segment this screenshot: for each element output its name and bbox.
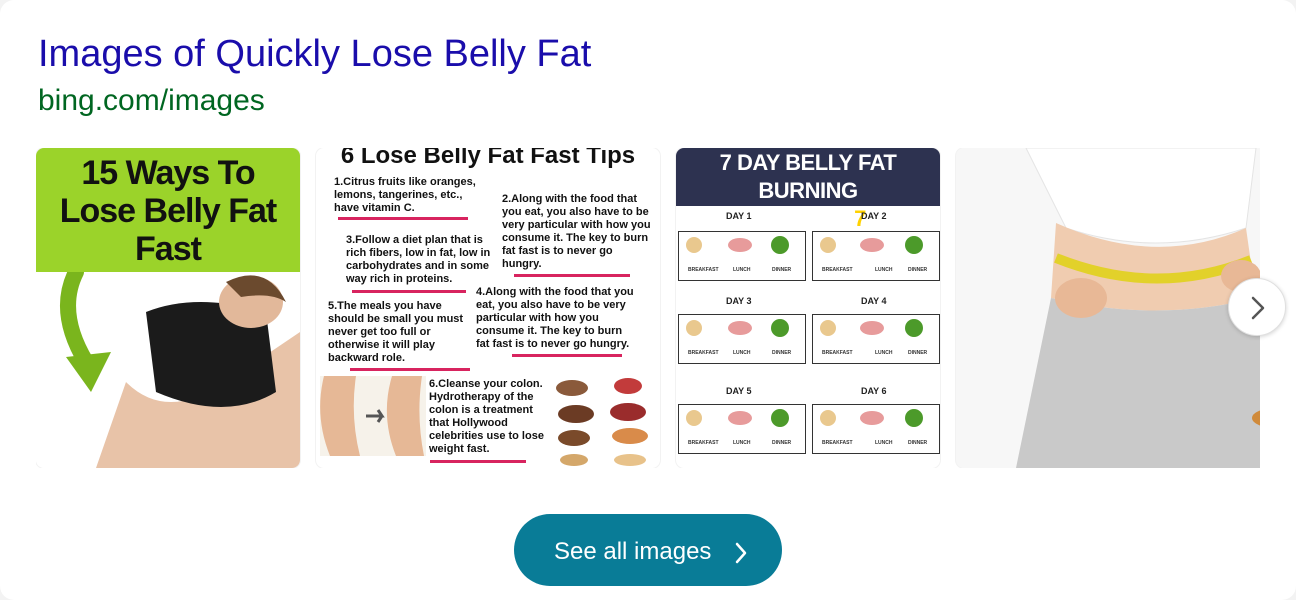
meal-label: BREAKFAST — [688, 440, 719, 446]
belly-illustration — [320, 376, 426, 456]
meal-label: BREAKFAST — [822, 267, 853, 273]
divider — [430, 460, 526, 463]
waist-measure-photo — [956, 148, 1260, 468]
tip-text: 3.Follow a diet plan that is rich fibers… — [346, 234, 491, 285]
meal-label: LUNCH — [733, 440, 751, 446]
headline-line: 7 DAY BELLY FAT BURNING — [719, 150, 897, 203]
image-thumbnail-15-ways[interactable]: 15 Ways To Lose Belly Fat Fast — [36, 148, 300, 468]
divider — [512, 354, 622, 357]
chevron-right-icon — [1251, 296, 1265, 320]
meal-photos — [686, 236, 923, 427]
meal-label: LUNCH — [733, 350, 751, 356]
tip-text: 6.Cleanse your colon. Hydrotherapy of th… — [429, 378, 544, 455]
meal-label: LUNCH — [875, 267, 893, 273]
divider — [338, 217, 468, 220]
headline-line: 15 Ways To — [81, 154, 255, 192]
meal-label: DINNER — [772, 267, 792, 273]
headline-line: DIET TO LOSE 7 LBS — [676, 205, 940, 233]
chevron-right-icon — [735, 542, 747, 564]
tip-text: 5.The meals you have should be small you… — [328, 300, 464, 364]
meal-label: BREAKFAST — [822, 440, 853, 446]
meal-label: LUNCH — [733, 267, 751, 273]
images-answer-card: Images of Quickly Lose Belly Fat bing.co… — [0, 0, 1296, 600]
image-headline: 7 DAY BELLY FAT BURNING DIET TO LOSE 7 L… — [676, 149, 940, 233]
meal-label: DINNER — [908, 440, 928, 446]
image-thumbnail-7-day-diet[interactable]: 7 DAY BELLY FAT BURNING DIET TO LOSE 7 L… — [676, 148, 940, 468]
source-url: bing.com/images — [38, 84, 265, 117]
meal-label: BREAKFAST — [688, 350, 719, 356]
tip-text: 4.Along with the food that you eat, you … — [476, 286, 634, 350]
headline-text: DIET TO LOSE — [702, 206, 855, 231]
see-all-label: See all images — [554, 538, 712, 565]
divider — [514, 274, 630, 277]
meal-label: LUNCH — [875, 440, 893, 446]
divider — [350, 368, 470, 371]
meal-label: BREAKFAST — [822, 350, 853, 356]
meal-label: DINNER — [908, 350, 928, 356]
images-title-link[interactable]: Images of Quickly Lose Belly Fat — [38, 30, 591, 78]
meal-label: BREAKFAST — [688, 267, 719, 273]
image-thumbnail-waist-measure[interactable] — [956, 148, 1260, 468]
image-thumbnail-6-tips[interactable]: 6 Lose Belly Fat Fast Tips 1.Citrus frui… — [316, 148, 660, 468]
divider — [352, 290, 466, 293]
image-headline: 15 Ways To Lose Belly Fat Fast — [36, 154, 300, 268]
day-label: DAY 1 — [726, 211, 752, 221]
woman-exercise-illustration — [36, 272, 300, 468]
carousel-next-button[interactable] — [1228, 278, 1286, 336]
headline-line: Fast — [135, 230, 202, 268]
headline-line: Lose Belly Fat — [59, 192, 278, 230]
meal-label: LUNCH — [875, 350, 893, 356]
food-illustrations — [556, 378, 648, 466]
meal-label: DINNER — [772, 440, 792, 446]
day-label: DAY 2 — [861, 211, 887, 221]
see-all-images-button[interactable]: See all images — [514, 514, 782, 586]
image-headline: 6 Lose Belly Fat Fast Tips — [340, 148, 636, 169]
meal-label: DINNER — [772, 350, 792, 356]
meal-label: DINNER — [908, 267, 928, 273]
tip-text: 1.Citrus fruits like oranges, lemons, ta… — [334, 176, 476, 214]
tip-text: 2.Along with the food that you eat, you … — [502, 193, 651, 270]
image-carousel: 15 Ways To Lose Belly Fat Fast 6 Lose Be… — [36, 148, 1260, 468]
